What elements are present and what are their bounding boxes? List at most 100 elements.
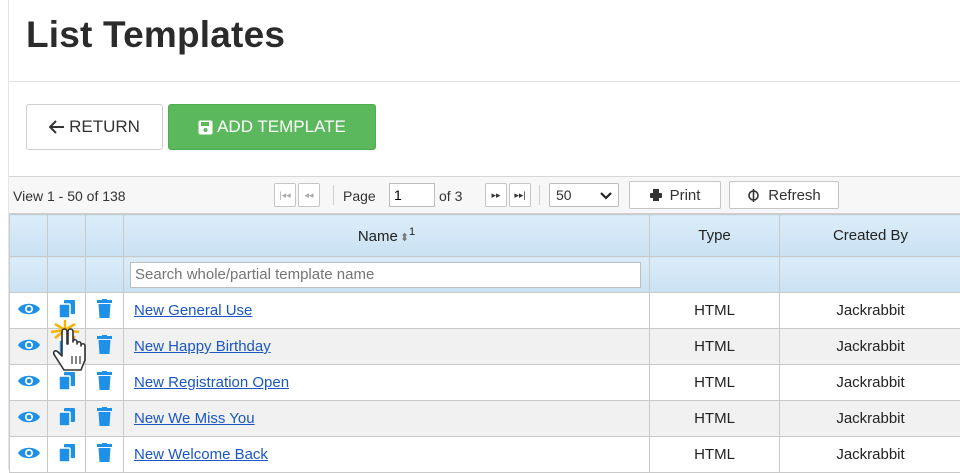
header-created-by-label: Created By (833, 227, 908, 244)
delete-action[interactable] (86, 293, 124, 329)
templates-grid: View 1 - 50 of 138 |◂◂ ◂◂ Page of 3 ▸▸ ▸… (9, 176, 960, 470)
table-row: New Registration Open HTML Jackrabbit (10, 365, 960, 401)
page-title: List Templates (26, 14, 285, 56)
template-name-cell: New Registration Open (124, 365, 650, 401)
header-created-by[interactable]: Created By (780, 215, 960, 257)
filter-cell (48, 257, 86, 293)
prev-page-icon: ◂◂ (304, 190, 313, 201)
trash-icon (97, 371, 112, 390)
delete-action[interactable] (86, 401, 124, 437)
copy-icon (59, 444, 75, 462)
template-type: HTML (650, 365, 780, 401)
filter-cell (780, 257, 960, 293)
eye-icon (17, 373, 41, 389)
template-type: HTML (650, 293, 780, 329)
next-page-button[interactable]: ▸▸ (485, 183, 507, 207)
copy-icon (59, 372, 75, 390)
add-template-button[interactable]: ADD TEMPLATE (168, 104, 376, 150)
table-row: New Happy Birthday HTML Jackrabbit (10, 329, 960, 365)
view-action[interactable] (10, 293, 48, 329)
copy-action[interactable] (48, 329, 86, 365)
template-name-cell: New General Use (124, 293, 650, 329)
template-created-by: Jackrabbit (780, 401, 960, 437)
refresh-button[interactable]: Refresh (729, 181, 839, 209)
view-action[interactable] (10, 329, 48, 365)
delete-action[interactable] (86, 365, 124, 401)
page-size-value: 50 (556, 187, 572, 203)
chevron-down-icon (600, 187, 612, 203)
delete-action[interactable] (86, 329, 124, 365)
trash-icon (97, 443, 112, 462)
prev-page-button[interactable]: ◂◂ (298, 183, 320, 207)
page-label: Page (343, 188, 376, 204)
first-page-button[interactable]: |◂◂ (274, 183, 296, 207)
template-created-by: Jackrabbit (780, 329, 960, 365)
template-name-link[interactable]: New We Miss You (134, 410, 255, 427)
filter-row (10, 257, 960, 293)
print-label: Print (670, 187, 701, 204)
delete-action[interactable] (86, 437, 124, 473)
return-label: RETURN (69, 117, 140, 137)
templates-table: Name⬍1 Type Created By New Gen (9, 214, 960, 473)
header-name-label: Name (358, 228, 398, 245)
template-search-input[interactable] (130, 262, 641, 288)
sort-rank: 1 (409, 226, 415, 238)
filter-cell (650, 257, 780, 293)
copy-icon (59, 336, 75, 354)
table-row: New We Miss You HTML Jackrabbit (10, 401, 960, 437)
header-type-label: Type (698, 227, 731, 244)
header-row: Name⬍1 Type Created By (10, 215, 960, 257)
template-type: HTML (650, 329, 780, 365)
page-size-select[interactable]: 50 (549, 183, 619, 207)
copy-action[interactable] (48, 437, 86, 473)
eye-icon (17, 301, 41, 317)
header-view-col (10, 215, 48, 257)
pager-bar: View 1 - 50 of 138 |◂◂ ◂◂ Page of 3 ▸▸ ▸… (9, 177, 960, 214)
refresh-label: Refresh (768, 187, 821, 204)
page-frame: List Templates RETURN ADD TEMPLATE View … (8, 0, 960, 470)
table-row: New General Use HTML Jackrabbit (10, 293, 960, 329)
view-action[interactable] (10, 437, 48, 473)
trash-icon (97, 335, 112, 354)
header-type[interactable]: Type (650, 215, 780, 257)
template-name-link[interactable]: New Happy Birthday (134, 338, 271, 355)
refresh-icon (747, 189, 760, 202)
template-name-link[interactable]: New Welcome Back (134, 446, 268, 463)
template-name-link[interactable]: New Registration Open (134, 374, 289, 391)
template-name-cell: New We Miss You (124, 401, 650, 437)
header-name[interactable]: Name⬍1 (124, 215, 650, 257)
template-name-cell: New Welcome Back (124, 437, 650, 473)
return-button[interactable]: RETURN (26, 104, 163, 150)
pager-divider (539, 185, 540, 205)
header-delete-col (86, 215, 124, 257)
header-copy-col (48, 215, 86, 257)
next-page-icon: ▸▸ (491, 190, 500, 201)
add-template-label: ADD TEMPLATE (217, 117, 346, 137)
arrow-left-icon (49, 120, 65, 134)
last-page-button[interactable]: ▸▸| (509, 183, 531, 207)
copy-action[interactable] (48, 365, 86, 401)
filter-cell (10, 257, 48, 293)
last-page-icon: ▸▸| (514, 190, 525, 201)
first-page-icon: |◂◂ (279, 190, 290, 201)
view-action[interactable] (10, 365, 48, 401)
page-count-label: of 3 (439, 188, 462, 204)
view-range-text: View 1 - 50 of 138 (13, 188, 126, 204)
page-number-input[interactable] (389, 183, 435, 207)
sort-icon: ⬍ (400, 232, 409, 244)
table-row: New Welcome Back HTML Jackrabbit (10, 437, 960, 473)
copy-icon (59, 408, 75, 426)
copy-action[interactable] (48, 293, 86, 329)
copy-icon (59, 300, 75, 318)
template-name-cell: New Happy Birthday (124, 329, 650, 365)
template-created-by: Jackrabbit (780, 365, 960, 401)
floppy-disk-icon (198, 120, 213, 135)
filter-cell (124, 257, 650, 293)
template-name-link[interactable]: New General Use (134, 302, 252, 319)
print-button[interactable]: Print (629, 181, 721, 209)
eye-icon (17, 409, 41, 425)
copy-action[interactable] (48, 401, 86, 437)
eye-icon (17, 337, 41, 353)
printer-icon (650, 189, 662, 201)
view-action[interactable] (10, 401, 48, 437)
